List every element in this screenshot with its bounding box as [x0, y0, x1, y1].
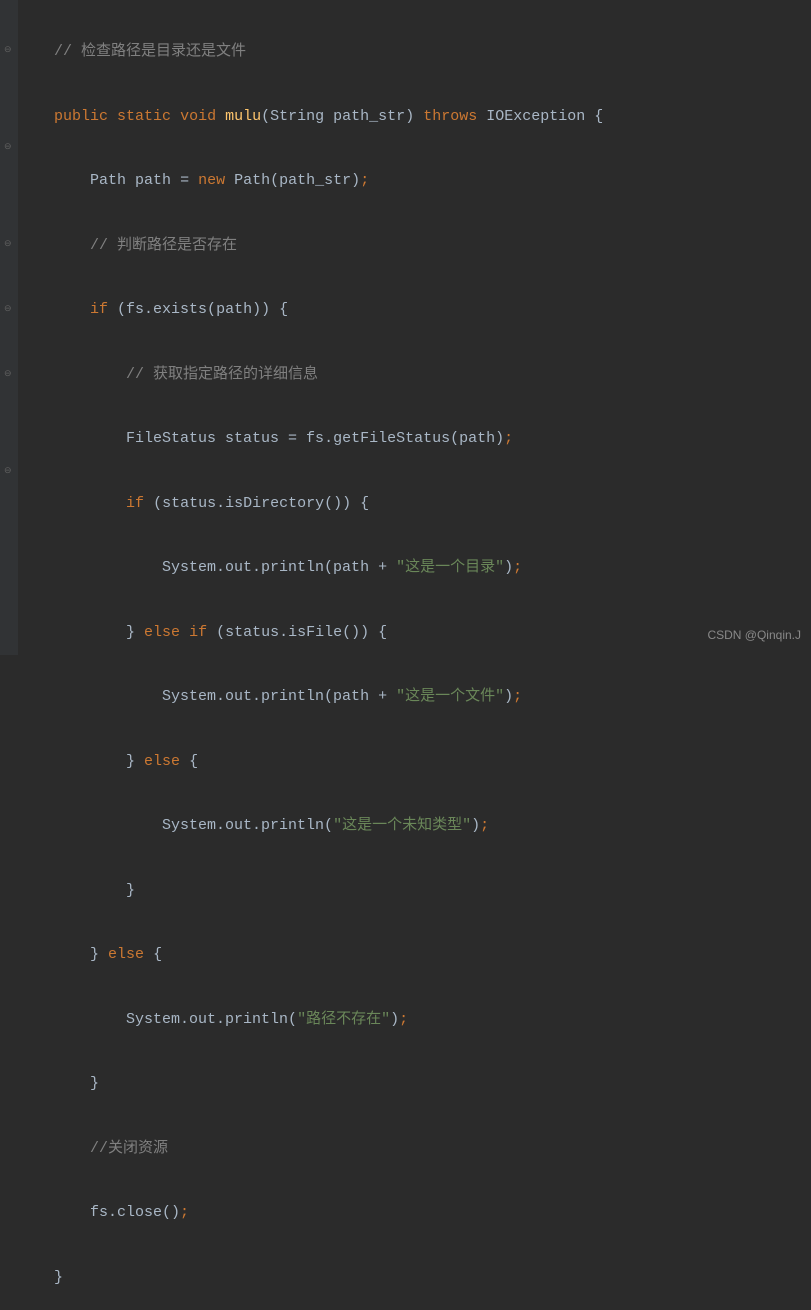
- code-line: System.out.println("路径不存在");: [18, 1004, 603, 1036]
- watermark: CSDN @Qinqin.J: [707, 623, 801, 649]
- keyword-new: new: [198, 172, 225, 189]
- brace: {: [189, 753, 198, 770]
- cond: (status.isFile()) {: [216, 624, 387, 641]
- code-line: System.out.println(path + "这是一个文件");: [18, 681, 603, 713]
- cond: (status.isDirectory()) {: [153, 495, 369, 512]
- op: =: [180, 172, 198, 189]
- cond: (fs.exists(path)) {: [117, 301, 288, 318]
- call: fs.close(): [90, 1204, 180, 1221]
- keyword-else: else: [144, 753, 180, 770]
- paren: ): [504, 688, 513, 705]
- keyword-void: void: [180, 108, 216, 125]
- code-line: }: [18, 1262, 603, 1294]
- string-literal: "这是一个文件": [396, 688, 504, 705]
- comment: // 判断路径是否存在: [90, 237, 237, 254]
- paren: (: [261, 108, 270, 125]
- brace: {: [594, 108, 603, 125]
- code-line: }: [18, 875, 603, 907]
- semi: ;: [513, 688, 522, 705]
- keyword-throws: throws: [423, 108, 477, 125]
- fold-mark[interactable]: ⊖: [4, 305, 14, 313]
- semi: ;: [513, 559, 522, 576]
- call: System.out.println(path +: [162, 688, 396, 705]
- code-line: // 检查路径是目录还是文件: [18, 36, 603, 68]
- semi: ;: [360, 172, 369, 189]
- fold-mark[interactable]: ⊖: [4, 143, 14, 151]
- code-line: fs.close();: [18, 1197, 603, 1229]
- code-editor: ⊖ ⊖ ⊖ ⊖ ⊖ ⊖ // 检查路径是目录还是文件 public static…: [0, 0, 811, 655]
- keyword-if: if: [126, 495, 144, 512]
- call: System.out.println(path +: [162, 559, 396, 576]
- paren: ): [390, 1011, 399, 1028]
- string-literal: "这是一个未知类型": [333, 817, 471, 834]
- comment: // 检查路径是目录还是文件: [54, 43, 246, 60]
- code-line: } else {: [18, 939, 603, 971]
- code-line: }: [18, 1068, 603, 1100]
- semi: ;: [480, 817, 489, 834]
- fold-mark[interactable]: ⊖: [4, 370, 14, 378]
- brace: }: [90, 946, 108, 963]
- code-line: public static void mulu(String path_str)…: [18, 101, 603, 133]
- string-literal: "路径不存在": [297, 1011, 390, 1028]
- paren: ): [504, 559, 513, 576]
- comment: //关闭资源: [90, 1140, 168, 1157]
- fold-mark[interactable]: ⊖: [4, 240, 14, 248]
- semi: ;: [180, 1204, 189, 1221]
- fold-mark[interactable]: ⊖: [4, 46, 14, 54]
- param-name: path_str: [333, 108, 405, 125]
- brace: }: [126, 624, 144, 641]
- method-name: mulu: [225, 108, 261, 125]
- code-line: if (status.isDirectory()) {: [18, 488, 603, 520]
- code-line: // 获取指定路径的详细信息: [18, 359, 603, 391]
- brace: }: [54, 1269, 63, 1286]
- arg: path_str: [279, 172, 351, 189]
- paren: ): [471, 817, 480, 834]
- var: path: [135, 172, 171, 189]
- keyword-if: if: [90, 301, 108, 318]
- code-line: } else if (status.isFile()) {: [18, 617, 603, 649]
- keyword-else: else: [144, 624, 180, 641]
- keyword-if: if: [189, 624, 207, 641]
- code-line: System.out.println("这是一个未知类型");: [18, 810, 603, 842]
- paren: ): [405, 108, 423, 125]
- code-line: FileStatus status = fs.getFileStatus(pat…: [18, 423, 603, 455]
- fold-mark[interactable]: ⊖: [4, 467, 14, 475]
- paren: ): [351, 172, 360, 189]
- exception-type: IOException: [486, 108, 585, 125]
- string-literal: "这是一个目录": [396, 559, 504, 576]
- keyword-public: public: [54, 108, 108, 125]
- brace: }: [126, 882, 135, 899]
- keyword-static: static: [117, 108, 171, 125]
- call: System.out.println(: [162, 817, 333, 834]
- gutter: ⊖ ⊖ ⊖ ⊖ ⊖ ⊖: [0, 0, 18, 655]
- decl: FileStatus status = fs.getFileStatus(pat…: [126, 430, 504, 447]
- code-line: System.out.println(path + "这是一个目录");: [18, 552, 603, 584]
- type: Path: [90, 172, 126, 189]
- code-line: if (fs.exists(path)) {: [18, 294, 603, 326]
- ctor: Path: [234, 172, 270, 189]
- semi: ;: [399, 1011, 408, 1028]
- code-line: Path path = new Path(path_str);: [18, 165, 603, 197]
- semi: ;: [504, 430, 513, 447]
- comment: // 获取指定路径的详细信息: [126, 366, 318, 383]
- code-line: } else {: [18, 746, 603, 778]
- code-line: // 判断路径是否存在: [18, 230, 603, 262]
- paren: (: [270, 172, 279, 189]
- brace: {: [153, 946, 162, 963]
- keyword-else: else: [108, 946, 144, 963]
- call: System.out.println(: [126, 1011, 297, 1028]
- code-content[interactable]: // 检查路径是目录还是文件 public static void mulu(S…: [18, 0, 603, 655]
- brace: }: [126, 753, 144, 770]
- brace: }: [90, 1075, 99, 1092]
- param-type: String: [270, 108, 324, 125]
- code-line: //关闭资源: [18, 1133, 603, 1165]
